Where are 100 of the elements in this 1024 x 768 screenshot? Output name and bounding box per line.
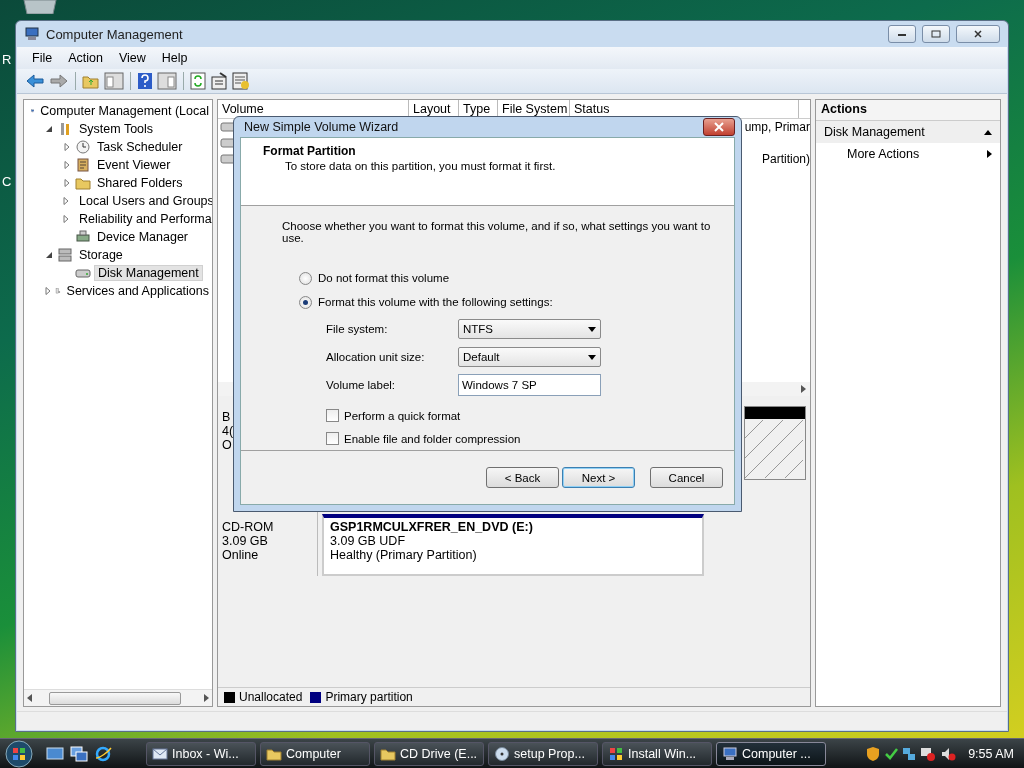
windows-flag-icon <box>608 745 624 762</box>
instruction-text: Choose whether you want to format this volume, and if so, what settings you want to use. <box>282 220 712 244</box>
tree-item[interactable]: Storage <box>76 248 126 262</box>
legend-label: Primary partition <box>325 690 413 704</box>
forward-arrow-icon[interactable] <box>49 73 69 89</box>
menu-item[interactable]: View <box>118 51 146 65</box>
volume-name: GSP1RMCULXFRER_EN_DVD (E:) <box>330 520 534 534</box>
desktop-icon-label[interactable]: R <box>2 52 12 67</box>
radio-button[interactable] <box>299 271 312 285</box>
action-section[interactable]: Disk Management <box>816 121 1000 143</box>
network-error-icon[interactable] <box>920 745 937 762</box>
volume-size: 3.09 GB UDF <box>330 534 407 548</box>
scroll-left-icon[interactable] <box>27 694 32 702</box>
menu-item[interactable]: Action <box>68 51 103 65</box>
collapsed-arrow-icon[interactable] <box>62 197 70 205</box>
collapsed-arrow-icon[interactable] <box>63 143 71 151</box>
disk-info-text: 4( <box>222 424 235 438</box>
drive-icon <box>220 153 236 165</box>
minimize-button[interactable] <box>888 25 916 43</box>
taskbar-button[interactable]: Computer <box>260 741 370 766</box>
expanded-arrow-icon[interactable] <box>45 125 53 133</box>
volume-status: Healthy (Primary Partition) <box>330 548 478 562</box>
recycle-bin-icon[interactable] <box>22 0 58 14</box>
field-label: Allocation unit size: <box>326 351 426 363</box>
disk-info-text: CD-ROM <box>222 520 275 534</box>
disk-info-text: O <box>222 438 233 452</box>
windows-icon[interactable] <box>70 745 88 762</box>
expanded-arrow-icon[interactable] <box>45 251 53 259</box>
unallocated-block[interactable] <box>744 406 806 480</box>
tree-item[interactable]: Disk Management <box>94 265 203 281</box>
actions-header: Actions <box>816 100 1000 121</box>
tree-item[interactable]: Device Manager <box>94 230 191 244</box>
dropdown[interactable]: Default <box>458 347 601 367</box>
window-title: Computer Management <box>46 26 184 42</box>
drive-icon <box>220 121 236 133</box>
pane-icon[interactable] <box>157 72 177 90</box>
menu-item[interactable]: File <box>32 51 53 65</box>
caret-icon <box>588 354 596 360</box>
close-button[interactable] <box>703 118 735 136</box>
desktop-icon-label[interactable]: C <box>2 174 12 189</box>
field-label: File system: <box>326 323 389 335</box>
dialog-button[interactable]: Cancel <box>650 467 723 488</box>
collapse-arrow-icon[interactable] <box>984 129 992 135</box>
tree-item[interactable]: Services and Applications <box>63 284 212 298</box>
taskbar-button[interactable]: Install Win... <box>602 741 712 766</box>
start-button[interactable] <box>4 738 34 768</box>
collapsed-arrow-icon[interactable] <box>63 161 71 169</box>
checkbox-label[interactable]: Enable file and folder compression <box>344 432 521 445</box>
taskbar-button[interactable]: Inbox - Wi... <box>146 741 256 766</box>
scroll-right-icon[interactable] <box>801 385 806 393</box>
radio-label[interactable]: Format this volume with the following settings: <box>318 296 553 308</box>
taskbar-button[interactable]: CD Drive (E... <box>374 741 484 766</box>
browser-icon[interactable] <box>94 745 112 762</box>
clock[interactable]: 9:55 AM <box>968 746 1014 761</box>
mail-icon <box>152 745 168 762</box>
dropdown[interactable]: NTFS <box>458 319 601 339</box>
menu-item[interactable]: Help <box>161 51 188 65</box>
caret-icon <box>588 326 596 332</box>
dialog-title: New Simple Volume Wizard <box>244 120 399 134</box>
table-cell: Partition) <box>761 152 810 166</box>
taskbar-button[interactable]: Computer ... <box>716 741 826 766</box>
action-item[interactable]: More Actions <box>816 143 1000 165</box>
minimize-icon <box>897 31 907 37</box>
wizard-subheading: To store data on this partition, you must format it first. <box>284 160 557 172</box>
disk-info-text: 3.09 GB <box>222 534 269 548</box>
dialog-button[interactable]: Next > <box>562 467 635 488</box>
tree-item[interactable]: Reliability and Performa <box>76 212 212 226</box>
tree-item[interactable]: Task Scheduler <box>94 140 186 154</box>
scroll-right-icon[interactable] <box>204 694 209 702</box>
tree-item[interactable]: Event Viewer <box>94 158 174 172</box>
device-icon <box>75 229 91 245</box>
network-icon[interactable] <box>902 745 917 762</box>
radio-button[interactable] <box>299 295 312 309</box>
maximize-button[interactable] <box>922 25 950 43</box>
properties-icon[interactable] <box>210 72 228 90</box>
submenu-arrow-icon[interactable] <box>987 150 992 158</box>
input-field[interactable]: Windows 7 SP <box>458 374 601 396</box>
taskbar-button[interactable]: setup Prop... <box>488 741 598 766</box>
desktop-icon[interactable] <box>46 745 64 762</box>
collapsed-arrow-icon[interactable] <box>62 215 70 223</box>
checkbox-label[interactable]: Perform a quick format <box>344 409 461 422</box>
tree-item[interactable]: Shared Folders <box>94 176 186 190</box>
folder-up-icon[interactable] <box>82 73 100 89</box>
horizontal-scrollbar[interactable] <box>24 689 212 706</box>
help-icon[interactable] <box>137 72 153 90</box>
volume-block[interactable]: GSP1RMCULXFRER_EN_DVD (E:) 3.09 GB UDF Healthy (Primary Partition) <box>322 514 704 576</box>
close-icon <box>973 30 983 38</box>
collapsed-arrow-icon[interactable] <box>63 179 71 187</box>
dialog-button[interactable]: < Back <box>486 467 559 488</box>
tree-item[interactable]: System Tools <box>76 122 157 136</box>
collapsed-arrow-icon[interactable] <box>44 287 52 295</box>
shield-icon[interactable] <box>866 745 881 762</box>
back-arrow-icon[interactable] <box>25 73 45 89</box>
checkbox[interactable] <box>326 432 339 445</box>
checkbox[interactable] <box>326 409 339 422</box>
clock-icon <box>75 139 91 155</box>
pane-icon[interactable] <box>104 72 124 90</box>
radio-label[interactable]: Do not format this volume <box>318 272 450 284</box>
tree-item[interactable]: Computer Management (Local <box>37 104 212 118</box>
folder-icon <box>75 175 91 191</box>
